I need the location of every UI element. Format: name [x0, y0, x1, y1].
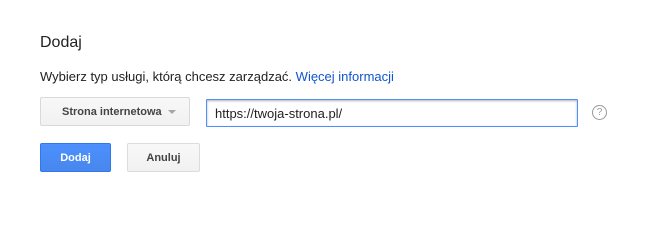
chevron-down-icon	[167, 109, 176, 114]
more-info-link[interactable]: Więcej informacji	[296, 69, 394, 84]
dialog-title: Dodaj	[40, 34, 82, 51]
cancel-button[interactable]: Anuluj	[127, 143, 200, 172]
url-input[interactable]	[206, 99, 578, 127]
question-circle-icon[interactable]: ?	[592, 105, 607, 120]
description-text: Wybierz typ usługi, którą chcesz zarządz…	[40, 69, 293, 84]
dialog-description: Wybierz typ usługi, którą chcesz zarządz…	[40, 69, 394, 85]
service-type-dropdown[interactable]: Strona internetowa	[40, 97, 190, 126]
service-type-label: Strona internetowa	[62, 105, 162, 118]
add-service-dialog: Dodaj Wybierz typ usługi, którą chcesz z…	[0, 0, 648, 202]
add-button[interactable]: Dodaj	[40, 143, 111, 172]
